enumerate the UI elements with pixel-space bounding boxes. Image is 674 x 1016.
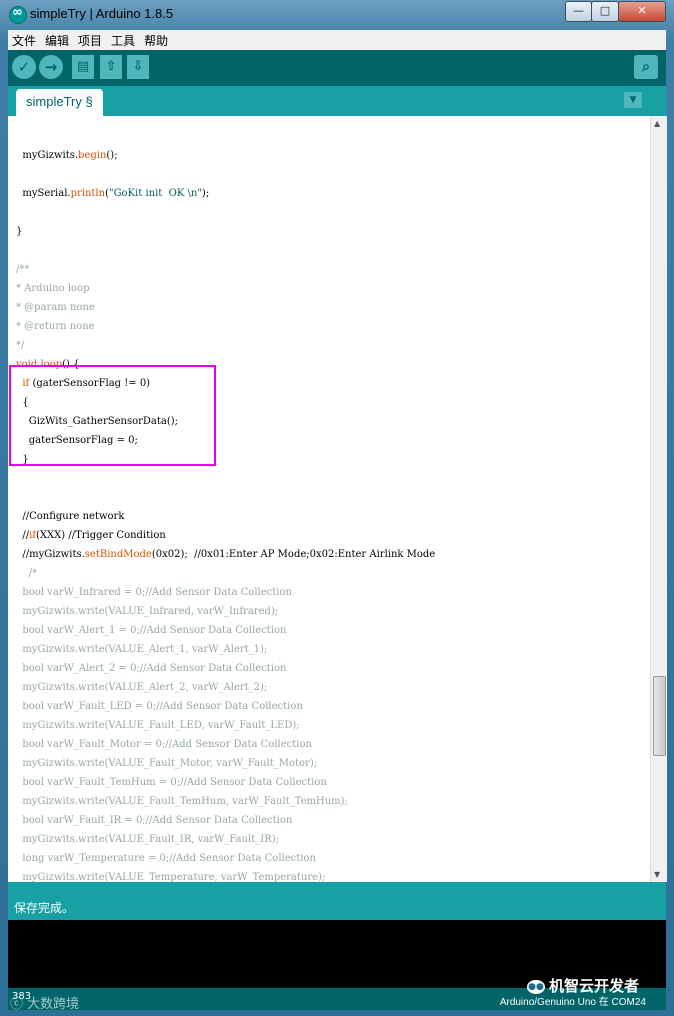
code-line[interactable]: bool varW_Alert_2 = 0;//Add Sensor Data … (16, 659, 435, 678)
serial-monitor-icon[interactable]: ⌕ (634, 55, 658, 79)
new-icon[interactable]: ▤ (72, 55, 94, 79)
code-line[interactable] (16, 488, 435, 507)
code-line[interactable] (16, 203, 435, 222)
code-line[interactable]: */ (16, 336, 435, 355)
status-bar: 保存完成。 (8, 882, 666, 920)
upload-icon[interactable]: → (39, 55, 63, 79)
maximize-button[interactable]: □ (591, 1, 619, 22)
code-line[interactable]: //if(XXX) //Trigger Condition (16, 526, 435, 545)
code-line[interactable]: bool varW_Fault_TemHum = 0;//Add Sensor … (16, 773, 435, 792)
editor-scrollbar[interactable]: ▲ ▼ (650, 116, 667, 882)
code-line[interactable]: mySerial.println("GoKit init OK \n"); (16, 184, 435, 203)
code-editor[interactable]: myGizwits.begin(); mySerial.println("GoK… (8, 116, 650, 882)
toolbar: ✓ → ▤ ⇧ ⇩ ⌕ (8, 50, 666, 86)
menu-file[interactable]: 文件 (8, 30, 40, 49)
code-line[interactable]: long varW_Temperature = 0;//Add Sensor D… (16, 849, 435, 868)
code-line[interactable] (16, 241, 435, 260)
code-line[interactable]: * Arduino loop (16, 279, 435, 298)
code-line[interactable]: bool varW_Fault_IR = 0;//Add Sensor Data… (16, 811, 435, 830)
arduino-window: simpleTry | Arduino 1.8.5 — □ ✕ 文件编辑项目工具… (0, 0, 674, 1016)
code-line[interactable]: bool varW_Fault_Motor = 0;//Add Sensor D… (16, 735, 435, 754)
watermark-left-text: 大数跨境 (27, 997, 80, 1012)
menu-sketch[interactable]: 项目 (74, 30, 106, 49)
code-line[interactable]: myGizwits.write(VALUE_Fault_Motor, varW_… (16, 754, 435, 773)
code-line[interactable]: //Configure network (16, 507, 435, 526)
code-line[interactable]: bool varW_Fault_LED = 0;//Add Sensor Dat… (16, 697, 435, 716)
code-line[interactable]: myGizwits.write(VALUE_Temperature, varW_… (16, 868, 435, 882)
code-line[interactable]: myGizwits.write(VALUE_Infrared, varW_Inf… (16, 602, 435, 621)
code-line[interactable]: myGizwits.write(VALUE_Fault_TemHum, varW… (16, 792, 435, 811)
tab-simpletry[interactable]: simpleTry § (16, 89, 103, 116)
scrollbar-thumb[interactable] (653, 676, 666, 756)
tab-bar: simpleTry § ▼ (8, 86, 666, 116)
open-icon[interactable]: ⇧ (100, 55, 122, 79)
code-line[interactable]: bool varW_Infrared = 0;//Add Sensor Data… (16, 583, 435, 602)
verify-icon[interactable]: ✓ (12, 55, 36, 79)
menu-help[interactable]: 帮助 (140, 30, 172, 49)
save-icon[interactable]: ⇩ (127, 55, 149, 79)
minimize-button[interactable]: — (565, 1, 592, 22)
watermark-right-text: 机智云开发者 (549, 977, 640, 995)
status-message: 保存完成。 (14, 901, 75, 915)
code-line[interactable]: myGizwits.write(VALUE_Fault_IR, varW_Fau… (16, 830, 435, 849)
code-line[interactable]: /* (16, 564, 435, 583)
code-line[interactable]: //myGizwits.setBindMode(0x02); //0x01:En… (16, 545, 435, 564)
code-line[interactable]: * @return none (16, 317, 435, 336)
code-line[interactable]: bool varW_Alert_1 = 0;//Add Sensor Data … (16, 621, 435, 640)
window-title: simpleTry | Arduino 1.8.5 (30, 6, 174, 21)
window-client: 文件 编辑 项目 工具 帮助 ✓ → ▤ ⇧ ⇩ ⌕ simpleTry § ▼ myG… (8, 30, 667, 1010)
arduino-icon (9, 5, 27, 24)
scroll-up-icon[interactable]: ▲ (654, 119, 660, 128)
code-text[interactable]: myGizwits.begin(); mySerial.println("GoK… (16, 127, 435, 882)
code-line[interactable]: } (16, 222, 435, 241)
close-button[interactable]: ✕ (618, 1, 666, 22)
menu-edit[interactable]: 编辑 (41, 30, 73, 49)
scroll-down-icon[interactable]: ▼ (654, 870, 660, 879)
tab-menu-chevron-down-icon[interactable]: ▼ (624, 92, 642, 108)
wechat-icon: ●● (527, 979, 545, 994)
code-line[interactable]: myGizwits.write(VALUE_Fault_LED, varW_Fa… (16, 716, 435, 735)
watermark-right: ●● 机智云开发者 (527, 975, 639, 996)
code-line[interactable] (16, 469, 435, 488)
code-line[interactable]: myGizwits.write(VALUE_Alert_2, varW_Aler… (16, 678, 435, 697)
code-line[interactable] (16, 127, 435, 146)
menu-bar: 文件 编辑 项目 工具 帮助 (8, 30, 666, 50)
title-bar[interactable]: simpleTry | Arduino 1.8.5 — □ ✕ (0, 0, 674, 30)
highlight-box (9, 365, 216, 466)
code-line[interactable]: myGizwits.begin(); (16, 146, 435, 165)
code-line[interactable]: myGizwits.write(VALUE_Alert_1, varW_Aler… (16, 640, 435, 659)
code-line[interactable] (16, 165, 435, 184)
code-line[interactable]: /** (16, 260, 435, 279)
code-line[interactable]: * @param none (16, 298, 435, 317)
menu-tools[interactable]: 工具 (107, 30, 139, 49)
watermark-left: ⓒ 大数跨境 (10, 997, 80, 1012)
